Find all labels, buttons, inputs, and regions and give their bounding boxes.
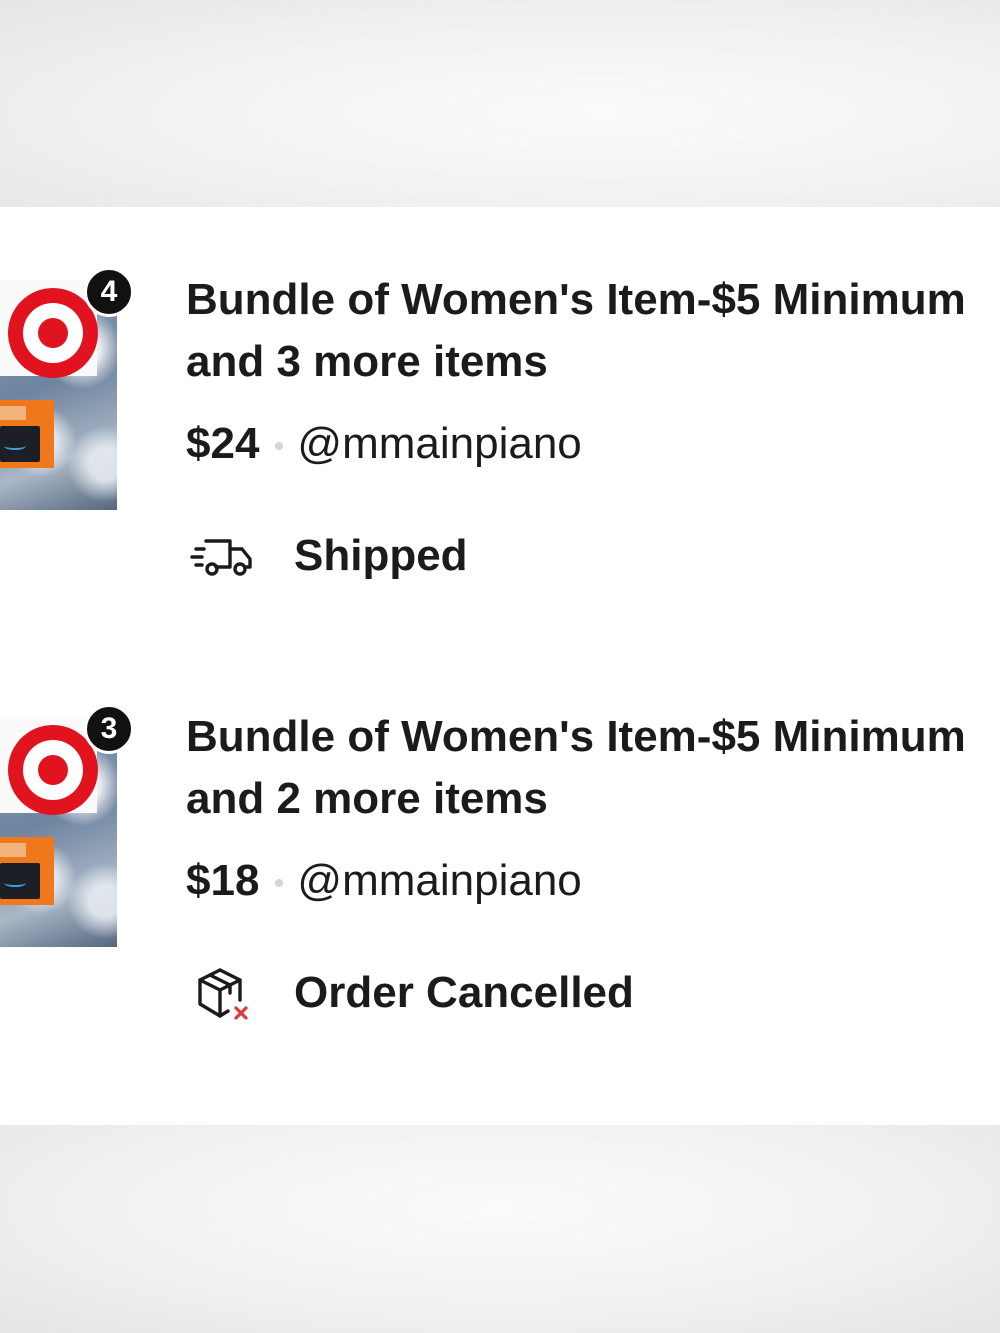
separator-dot bbox=[275, 442, 284, 451]
seller-username[interactable]: @mmainpiano bbox=[297, 856, 581, 905]
status-label: Order Cancelled bbox=[294, 968, 634, 1017]
seller-username[interactable]: @mmainpiano bbox=[297, 419, 581, 468]
top-backdrop bbox=[0, 0, 1000, 207]
order-title[interactable]: Bundle of Women's Item-$5 Minimum bbox=[186, 267, 1000, 333]
target-logo-image bbox=[8, 288, 98, 378]
order-title[interactable]: Bundle of Women's Item-$5 Minimum bbox=[186, 704, 1000, 770]
truck-icon bbox=[190, 539, 252, 576]
orders-list: 4 Bundle of Women's Item-$5 Minimum and … bbox=[0, 207, 1000, 1125]
item-count-badge: 3 bbox=[84, 704, 134, 754]
item-count-badge: 4 bbox=[84, 267, 134, 317]
order-meta: $18 @mmainpiano bbox=[186, 848, 582, 914]
order-status: Order Cancelled bbox=[190, 960, 790, 1030]
order-price: $24 bbox=[186, 419, 260, 468]
amazon-box-image bbox=[0, 400, 54, 468]
order-subtitle: and 3 more items bbox=[186, 337, 548, 386]
bottom-backdrop bbox=[0, 1125, 1000, 1333]
status-label: Shipped bbox=[294, 531, 468, 580]
amazon-box-image bbox=[0, 837, 54, 905]
target-logo-image bbox=[8, 725, 98, 815]
separator-dot bbox=[275, 879, 284, 888]
order-subtitle: and 2 more items bbox=[186, 774, 548, 823]
order-price: $18 bbox=[186, 856, 260, 905]
package-cancelled-icon bbox=[198, 968, 248, 1020]
order-item[interactable]: 3 Bundle of Women's Item-$5 Minimum and … bbox=[0, 704, 1000, 1064]
order-meta: $24 @mmainpiano bbox=[186, 411, 582, 477]
order-status: Shipped bbox=[190, 523, 790, 593]
order-item[interactable]: 4 Bundle of Women's Item-$5 Minimum and … bbox=[0, 267, 1000, 627]
